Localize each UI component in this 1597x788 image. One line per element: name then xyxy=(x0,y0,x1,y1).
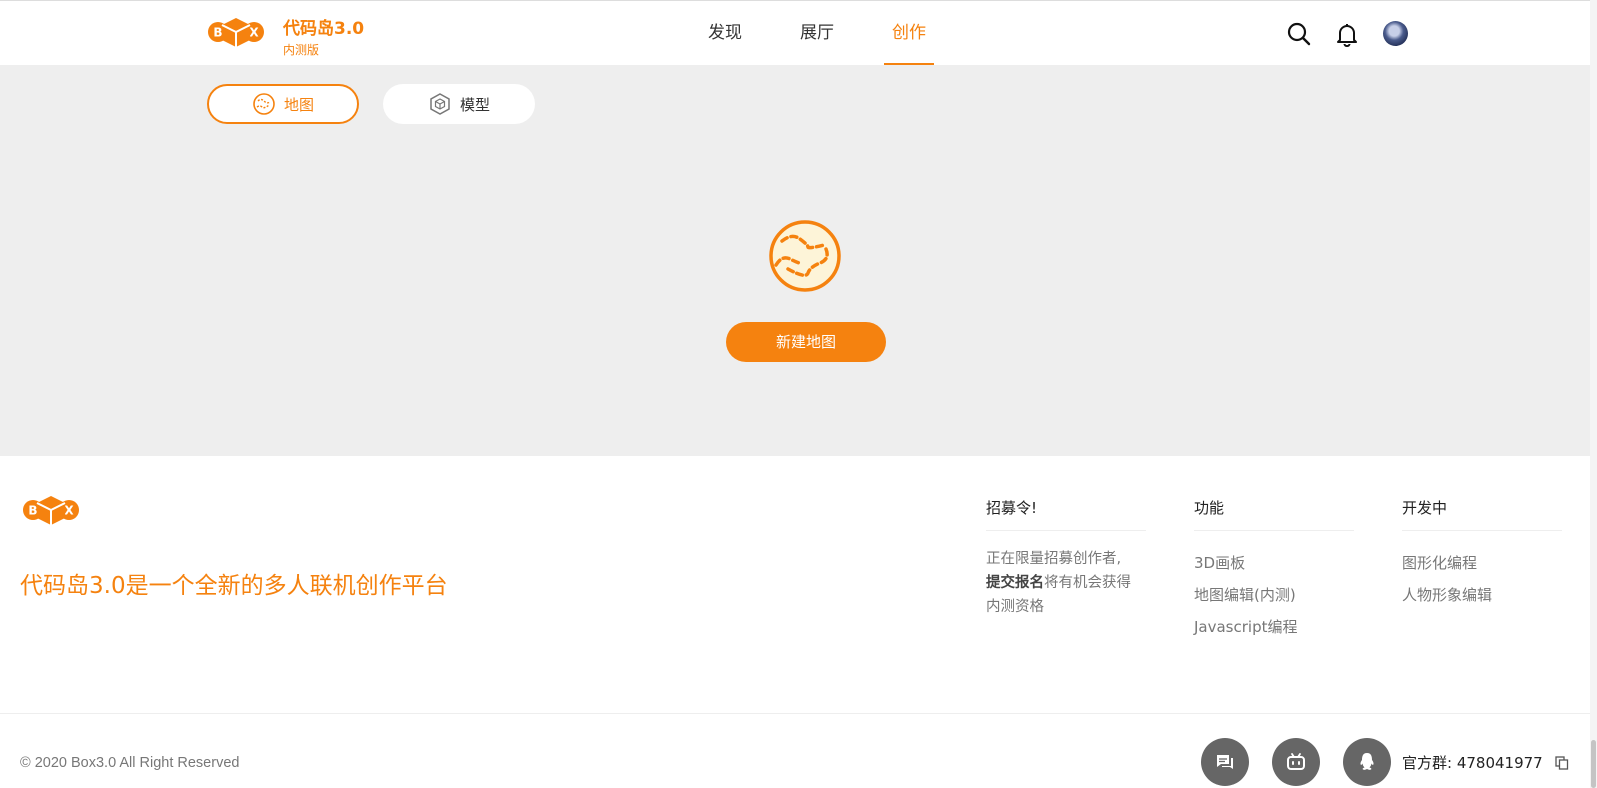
footer-col-recruit-title: 招募令! xyxy=(986,497,1146,531)
submit-signup-link[interactable]: 提交报名 xyxy=(986,575,1044,591)
nav-discover[interactable]: 发现 xyxy=(700,1,750,66)
bell-icon[interactable] xyxy=(1334,21,1360,47)
nav-gallery[interactable]: 展厅 xyxy=(792,1,842,66)
svg-text:B: B xyxy=(28,504,37,518)
page-scrollbar-thumb[interactable] xyxy=(1591,740,1596,788)
svg-text:X: X xyxy=(64,504,74,518)
cube-icon xyxy=(430,93,450,115)
qq-group-label: 官方群: xyxy=(1402,754,1457,772)
footer-col-features: 功能 3D画板 地图编辑(内测) Javascript编程 xyxy=(1194,497,1354,645)
qq-button[interactable] xyxy=(1343,738,1391,786)
nav-create[interactable]: 创作 xyxy=(884,1,934,66)
svg-text:X: X xyxy=(249,26,259,40)
tab-model[interactable]: 模型 xyxy=(383,84,535,124)
svg-text:B: B xyxy=(213,26,222,40)
link-javascript[interactable]: Javascript编程 xyxy=(1194,613,1354,645)
chat-icon xyxy=(1217,755,1233,769)
tab-model-label: 模型 xyxy=(459,95,490,114)
brand-subtitle: 内测版 xyxy=(283,43,320,57)
user-avatar[interactable] xyxy=(1383,21,1408,46)
footer-col-developing: 开发中 图形化编程 人物形象编辑 xyxy=(1402,497,1562,613)
creation-area: 地图 模型 新建地图 xyxy=(0,65,1590,456)
link-3d-canvas[interactable]: 3D画板 xyxy=(1194,549,1354,581)
link-visual-programming[interactable]: 图形化编程 xyxy=(1402,549,1562,581)
footer-divider xyxy=(0,713,1590,714)
footer-col-developing-title: 开发中 xyxy=(1402,497,1562,531)
map-icon xyxy=(253,93,275,115)
bilibili-button[interactable] xyxy=(1272,738,1320,786)
box3-logo[interactable]: B X xyxy=(207,16,265,48)
copy-icon[interactable] xyxy=(1555,756,1569,770)
bilibili-icon xyxy=(1287,753,1305,770)
new-map-button[interactable]: 新建地图 xyxy=(726,322,886,362)
recruit-line3: 内测资格 xyxy=(986,599,1044,615)
footer-col-recruit: 招募令! 正在限量招募创作者, 提交报名将有机会获得 内测资格 xyxy=(986,497,1146,619)
qq-group-number: 478041977 xyxy=(1456,754,1543,772)
search-icon[interactable] xyxy=(1286,21,1312,47)
footer-col-features-title: 功能 xyxy=(1194,497,1354,531)
recruit-line1: 正在限量招募创作者, xyxy=(986,551,1122,567)
recruit-line2: 将有机会获得 xyxy=(1044,575,1131,591)
brand-title: 代码岛3.0 xyxy=(283,19,365,39)
map-placeholder-icon xyxy=(769,220,841,292)
recruit-text: 正在限量招募创作者, 提交报名将有机会获得 内测资格 xyxy=(986,547,1146,619)
link-character-editor[interactable]: 人物形象编辑 xyxy=(1402,581,1562,613)
tab-map-label: 地图 xyxy=(283,95,314,114)
page-scrollbar-track[interactable] xyxy=(1590,0,1597,788)
tab-map[interactable]: 地图 xyxy=(207,84,359,124)
footer-slogan: 代码岛3.0是一个全新的多人联机创作平台 xyxy=(20,573,448,599)
chat-button[interactable] xyxy=(1201,738,1249,786)
qq-group: 官方群: 478041977 xyxy=(1402,752,1543,773)
link-map-editor[interactable]: 地图编辑(内测) xyxy=(1194,581,1354,613)
copyright-text: © 2020 Box3.0 All Right Reserved xyxy=(20,755,240,771)
top-header: B X 代码岛3.0 内测版 发现 展厅 创作 xyxy=(0,0,1597,66)
footer-logo: B X xyxy=(23,496,79,525)
qq-icon xyxy=(1360,753,1374,770)
main-nav: 发现 展厅 创作 xyxy=(700,1,976,66)
